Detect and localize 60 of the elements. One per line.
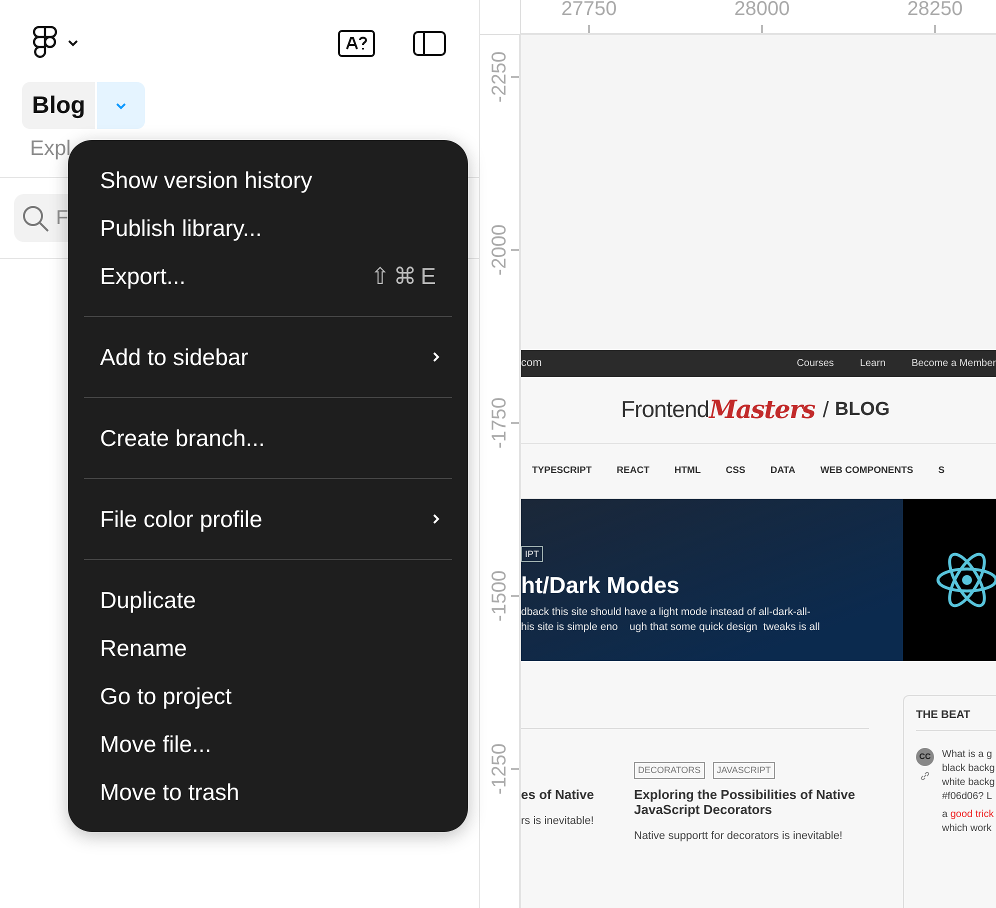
menu-item[interactable]: Add to sidebar: [68, 333, 468, 381]
logo-separator: /: [822, 396, 829, 423]
menu-item[interactable]: Export... ⇧⌘E: [68, 252, 468, 300]
post-excerpt: rs is inevitable!: [521, 814, 595, 827]
post-title[interactable]: Exploring the Possibilities of Native JavaScript Decorators: [634, 786, 878, 817]
app-logo-icon[interactable]: [33, 26, 57, 60]
nav-link[interactable]: Learn: [860, 358, 886, 369]
card-title: THE BEAT: [916, 708, 996, 731]
comment-text: #f06d06? L: [942, 790, 994, 804]
menu-item[interactable]: File color profile: [68, 495, 468, 543]
logo-script-text: Masters: [709, 395, 815, 424]
topic-tag[interactable]: JAVASCRIPT: [712, 762, 775, 779]
comment-text: black backg: [942, 762, 995, 776]
avatar: CC: [916, 748, 934, 766]
menu-item[interactable]: Rename: [68, 624, 468, 672]
nav-link[interactable]: Become a Member: [912, 358, 996, 369]
link-icon[interactable]: [920, 770, 930, 781]
menu-item[interactable]: Publish library...: [68, 204, 468, 252]
category-link[interactable]: WEB COMPONENTS: [820, 465, 914, 476]
comment-text: white backg: [942, 776, 995, 790]
site-name: com: [521, 357, 543, 370]
search-icon: [22, 205, 50, 233]
topic-tag[interactable]: IPT: [521, 546, 544, 562]
post-excerpt: Native supportt for decorators is inevitable!: [634, 830, 844, 842]
comment-text: which work: [942, 822, 992, 836]
file-name-button[interactable]: Blog: [22, 82, 96, 129]
ruler-label: -1750: [488, 397, 512, 449]
category-link[interactable]: DATA: [770, 465, 796, 476]
menu-item[interactable]: Duplicate: [68, 576, 468, 624]
ruler-label: 28250: [907, 0, 963, 21]
shortcut-label: ⇧⌘E: [370, 262, 440, 290]
menu-item[interactable]: Move to trash: [68, 768, 468, 816]
ruler-label: -1500: [488, 570, 512, 622]
category-link[interactable]: REACT: [616, 465, 650, 476]
blog-label: BLOG: [834, 398, 890, 421]
chevron-down-icon[interactable]: [67, 39, 79, 47]
category-link[interactable]: TYPESCRIPT: [532, 465, 592, 476]
ruler-label: 27750: [561, 0, 617, 21]
category-link[interactable]: CSS: [726, 465, 746, 476]
font-check-icon[interactable]: [338, 30, 375, 56]
hero-title: ht/Dark Modes: [521, 572, 680, 600]
menu-item[interactable]: Create branch...: [68, 414, 468, 462]
post-title[interactable]: es of Native: [521, 786, 621, 802]
ruler-label: -2000: [488, 224, 512, 276]
nav-link[interactable]: Courses: [796, 358, 834, 369]
category-link[interactable]: S: [938, 465, 945, 476]
ruler-label: 28000: [734, 0, 790, 21]
hero-text: dback this site should have a light mode instead of all-dark-all- his site is simple eno ugh that some quick design tweaks is all: [521, 605, 821, 636]
chevron-down-icon: [115, 102, 128, 110]
comment-link[interactable]: good trick: [950, 808, 994, 820]
logo-text: Frontend: [621, 396, 710, 424]
sidebar-toggle-icon[interactable]: [413, 30, 446, 56]
ruler-label: -2250: [488, 51, 512, 103]
menu-item[interactable]: Go to project: [68, 672, 468, 720]
menu-item[interactable]: Move file...: [68, 720, 468, 768]
comment-text: What is a g: [942, 748, 994, 762]
category-link[interactable]: HTML: [674, 465, 701, 476]
comment-text: a: [942, 808, 949, 820]
topic-tag[interactable]: DECORATORS: [634, 762, 705, 779]
ruler-label: -1250: [488, 743, 512, 795]
